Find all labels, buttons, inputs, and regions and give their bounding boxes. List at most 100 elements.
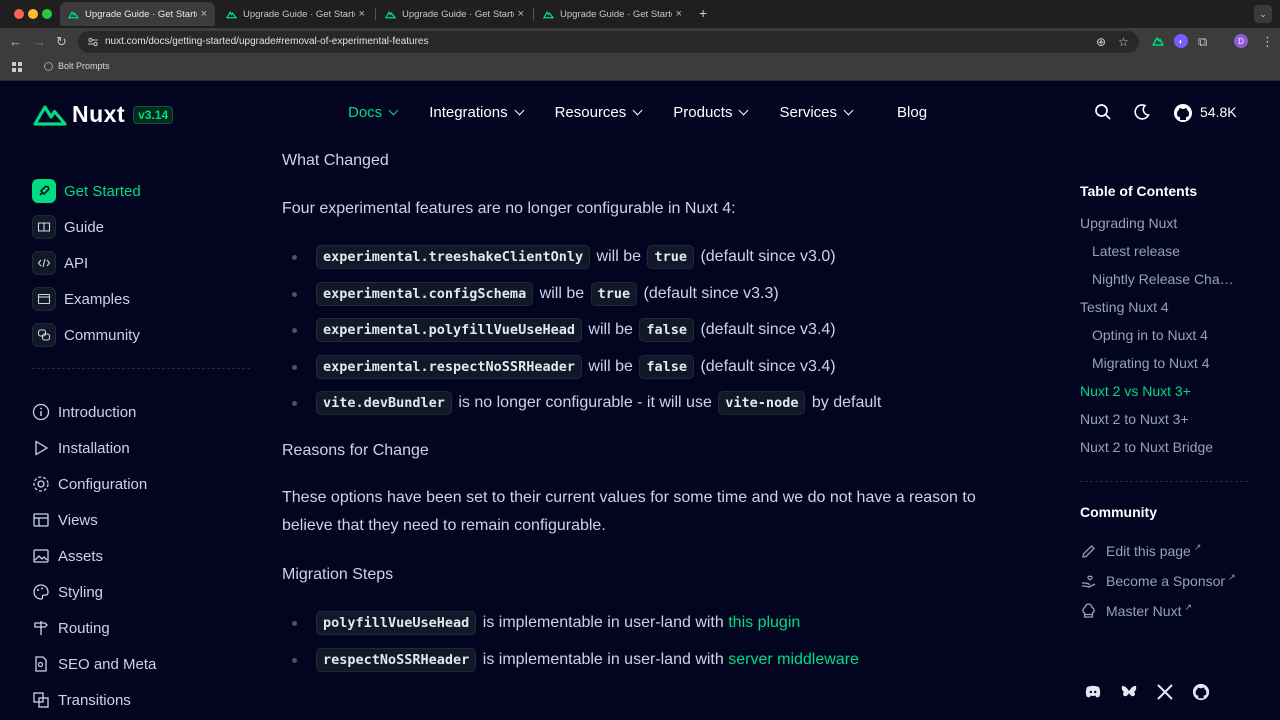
community-title: Community <box>1080 504 1157 520</box>
close-tab-icon[interactable]: × <box>359 8 365 20</box>
dark-mode-moon-icon[interactable] <box>1133 103 1151 121</box>
close-tab-icon[interactable]: × <box>518 8 524 20</box>
this-plugin-link[interactable]: this plugin <box>728 614 800 632</box>
github-footer-icon[interactable] <box>1192 683 1210 701</box>
maximize-window-button[interactable] <box>42 9 52 19</box>
migration-heading: Migration Steps <box>282 566 394 583</box>
toc-item[interactable]: Nuxt 2 to Nuxt 3+ <box>1080 405 1250 433</box>
nav-label: Services <box>779 104 838 121</box>
bookmarks-bar: Bolt Prompts <box>0 56 1280 81</box>
close-tab-icon[interactable]: × <box>201 8 207 20</box>
changes-list: experimental.treeshakeClientOnly will be… <box>282 239 1022 422</box>
profile-avatar[interactable]: D <box>1234 34 1248 48</box>
zoom-icon[interactable]: ⊕ <box>1096 35 1106 49</box>
sidebar-item-installation[interactable]: Installation <box>32 430 156 466</box>
x-twitter-icon[interactable] <box>1156 683 1174 701</box>
reload-icon[interactable]: ↻ <box>56 34 67 50</box>
inline-code: false <box>639 318 694 343</box>
list-text: is implementable in user-land with <box>482 614 724 632</box>
document-search-icon <box>35 656 47 672</box>
browser-tab[interactable]: Upgrade Guide · Get Started × <box>535 2 690 26</box>
toc-item[interactable]: Latest release <box>1080 237 1250 265</box>
sidebar-item-guide[interactable]: Guide <box>32 209 252 245</box>
address-bar[interactable]: nuxt.com/docs/getting-started/upgrade#re… <box>78 31 1139 53</box>
nav-products[interactable]: Products <box>673 104 749 121</box>
tab-search-icon[interactable]: ⌄ <box>1254 5 1272 23</box>
sidebar-item-styling[interactable]: Styling <box>32 574 156 610</box>
list-text: is implementable in user-land with <box>482 650 724 668</box>
become-sponsor-link[interactable]: Become a Sponsor ↗ <box>1080 566 1250 596</box>
sidebar-item-views[interactable]: Views <box>32 502 156 538</box>
tab-title: Upgrade Guide · Get Started <box>560 8 672 20</box>
sidebar-item-assets[interactable]: Assets <box>32 538 156 574</box>
github-stars-count[interactable]: 54.8K <box>1200 104 1237 120</box>
nuxt-favicon-icon <box>226 10 237 18</box>
sidebar-item-configuration[interactable]: Configuration <box>32 466 156 502</box>
nav-docs[interactable]: Docs <box>348 104 399 121</box>
book-icon <box>32 215 56 239</box>
inline-code: true <box>590 281 638 306</box>
toc-item[interactable]: Opting in to Nuxt 4 <box>1080 321 1250 349</box>
chevron-down-icon <box>388 105 399 116</box>
close-window-button[interactable] <box>14 9 24 19</box>
toc-item[interactable]: Nuxt 2 to Nuxt Bridge <box>1080 433 1250 461</box>
master-nuxt-link[interactable]: Master Nuxt ↗ <box>1080 596 1250 626</box>
list-item: respectNoSSRHeader is implementable in u… <box>282 642 1022 679</box>
url-text: nuxt.com/docs/getting-started/upgrade#re… <box>105 36 429 47</box>
apps-grid-icon[interactable] <box>12 62 22 72</box>
server-middleware-link[interactable]: server middleware <box>728 651 859 669</box>
extension-icon[interactable]: ◐ <box>1174 34 1188 48</box>
community-label: Master Nuxt <box>1106 603 1182 619</box>
sidebar-label: Transitions <box>58 691 131 709</box>
discord-icon[interactable] <box>1084 683 1102 701</box>
sidebar-item-transitions[interactable]: Transitions <box>32 682 156 718</box>
version-badge[interactable]: v3.14 <box>133 105 174 124</box>
nuxt-logo[interactable]: Nuxt v3.14 <box>32 101 174 128</box>
browser-tab[interactable]: Upgrade Guide · Get Started × <box>218 2 373 26</box>
site-info-icon[interactable] <box>87 36 99 48</box>
bookmark-bolt-prompts[interactable]: Bolt Prompts <box>44 61 110 71</box>
toc-item[interactable]: Migrating to Nuxt 4 <box>1080 349 1250 377</box>
bluesky-icon[interactable] <box>1120 683 1138 701</box>
sidebar-item-examples[interactable]: Examples <box>32 281 252 317</box>
nav-blog[interactable]: Blog <box>897 104 927 121</box>
inline-code: false <box>639 354 694 379</box>
github-icon[interactable] <box>1173 103 1193 123</box>
sidebar-item-api[interactable]: API <box>32 245 252 281</box>
sidebar-item-seo-and-meta[interactable]: SEO and Meta <box>32 646 156 682</box>
info-icon <box>32 403 50 421</box>
browser-tab[interactable]: Upgrade Guide · Get Started × <box>377 2 532 26</box>
sidebar-item-introduction[interactable]: Introduction <box>32 394 156 430</box>
browser-tab[interactable]: Upgrade Guide · Get Started × <box>60 2 215 26</box>
new-tab-button[interactable]: + <box>699 5 707 21</box>
toc-divider <box>1080 481 1248 482</box>
community-links: Edit this page ↗ Become a Sponsor ↗ Master… <box>1080 536 1250 626</box>
nuxt-extension-icon[interactable] <box>1151 34 1165 48</box>
browser-menu-icon[interactable]: ⋮ <box>1261 34 1274 50</box>
nav-services[interactable]: Services <box>779 104 854 121</box>
extensions-puzzle-icon[interactable]: ⧉ <box>1198 34 1207 50</box>
rocket-icon <box>32 179 56 203</box>
toc-item[interactable]: Upgrading Nuxt <box>1080 209 1250 237</box>
toc-item[interactable]: Nightly Release Cha… <box>1080 265 1250 293</box>
bookmark-star-icon[interactable]: ☆ <box>1118 35 1129 49</box>
edit-this-page-link[interactable]: Edit this page ↗ <box>1080 536 1250 566</box>
search-icon[interactable] <box>1094 103 1112 121</box>
image-icon <box>33 549 49 563</box>
sidebar-item-get-started[interactable]: Get Started <box>32 173 252 209</box>
sidebar-label: Styling <box>58 583 104 601</box>
sidebar-item-routing[interactable]: Routing <box>32 610 156 646</box>
nav-integrations[interactable]: Integrations <box>429 104 525 121</box>
community-label: Become a Sponsor <box>1106 573 1226 589</box>
play-icon <box>35 440 49 456</box>
sidebar-label: Configuration <box>58 475 148 493</box>
nav-resources[interactable]: Resources <box>555 104 643 121</box>
forward-icon[interactable]: → <box>33 34 46 49</box>
toc-title: Table of Contents <box>1080 183 1198 199</box>
toc-item-active[interactable]: Nuxt 2 vs Nuxt 3+ <box>1080 377 1250 405</box>
close-tab-icon[interactable]: × <box>676 8 682 20</box>
toc-item[interactable]: Testing Nuxt 4 <box>1080 293 1250 321</box>
back-icon[interactable]: ← <box>9 34 22 49</box>
minimize-window-button[interactable] <box>28 9 38 19</box>
sidebar-item-community[interactable]: Community <box>32 317 252 353</box>
